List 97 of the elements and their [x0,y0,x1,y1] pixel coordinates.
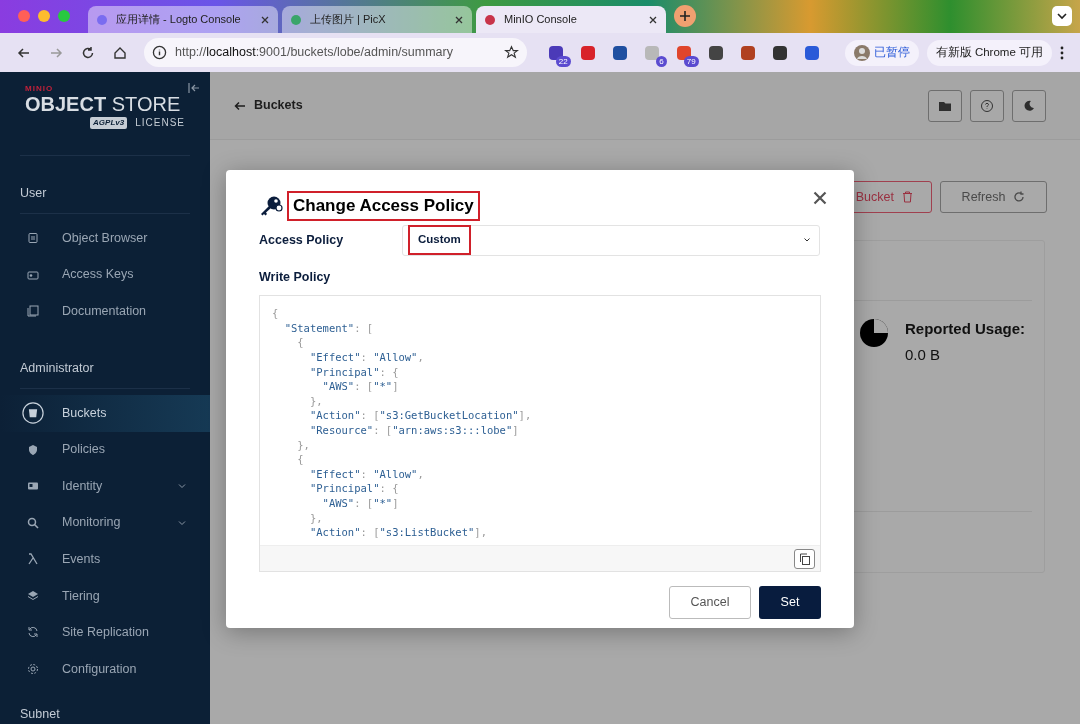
lambda-icon [27,553,39,566]
favicon-icon [96,13,108,26]
section-title: Subnet [19,706,61,724]
section-title: User [19,185,48,203]
update-button[interactable]: 有新版 Chrome 可用 [926,39,1052,66]
dialog-title: Change Access Policy [287,191,480,221]
product-name: OBJECT STORE [25,93,182,115]
refresh-button[interactable]: Refresh [940,181,1047,213]
code-line: "Resource": ["arn:aws:s3:::lobe"] [308,423,519,438]
code-line: }, [308,510,323,526]
cancel-button[interactable]: Cancel [669,586,751,620]
window-control-icon[interactable] [38,10,50,22]
copy-icon [798,552,811,565]
code-line: { [272,306,279,321]
sidebar-item[interactable]: Site Replication [0,614,210,651]
browser-tab[interactable]: 应用详情 - Logto Console [88,6,278,33]
extension-icon[interactable] [546,43,565,62]
favicon-icon [290,13,302,26]
count-badge: 79 [683,55,699,67]
code-line: "Action": ["s3:ListBucket"], [308,525,487,540]
section-title: Administrator [19,360,95,378]
sidebar-item[interactable]: Monitoring [0,504,210,542]
sidebar-item[interactable]: Identity [0,468,210,505]
key-card-icon [27,268,39,281]
folder-button[interactable] [928,89,962,122]
extension-icon[interactable] [610,43,629,62]
code-line: }, [308,393,323,409]
profile-button[interactable]: 已暂停 [844,39,919,66]
address-bar[interactable]: http://localhost:9001/buckets/lobe/admin/summary [144,38,527,67]
code-line: "AWS": ["*"] [321,495,399,511]
avatar-icon [853,44,870,61]
help-icon [979,97,995,114]
reload-icon[interactable] [80,44,96,61]
sidebar-item[interactable]: Access Keys [0,256,210,293]
back-link[interactable]: Buckets [234,96,303,115]
help-button[interactable] [970,89,1004,122]
star-icon[interactable] [503,45,519,60]
code-line: "Action": ["s3:GetBucketLocation"], [308,408,532,423]
sidebar-item[interactable]: Events [0,541,210,578]
sidebar-item[interactable]: Documentation [0,292,210,330]
close-button[interactable] [813,191,827,205]
menu-icon[interactable] [1060,45,1064,60]
browser-tab[interactable]: 上传图片 | PicX [282,6,472,33]
field-label: Access Policy [259,231,345,249]
brand-text: MINIO [25,84,55,93]
pie-chart-icon [859,318,889,348]
extension-icon[interactable] [802,43,821,62]
count-badge: 6 [656,55,667,67]
code-line: { [296,335,304,351]
chevron-down-icon[interactable] [1052,6,1072,26]
usage-label: Reported Usage: [905,319,1026,339]
code-line: { [296,452,304,467]
sidebar-item[interactable]: Configuration [0,650,210,688]
layers-icon [27,589,39,602]
id-card-icon [27,480,39,493]
trash-icon [902,191,913,203]
code-line: "Statement": [ [283,320,374,336]
page-icon [27,232,39,245]
new-tab-icon[interactable] [674,5,696,27]
code-line: "Effect": "Allow", [308,350,424,365]
extension-icon[interactable] [642,43,661,62]
gear-icon [27,662,39,675]
key-icon [259,194,283,217]
code-line: "Principal": { [308,364,399,380]
count-badge: 22 [555,55,571,67]
extension-icon[interactable] [738,43,757,62]
copy-button[interactable] [794,548,815,569]
url-text: http://localhost:9001/buckets/lobe/admin/summary [175,44,454,62]
extension-icon[interactable] [706,43,725,62]
code-line: "Effect": "Allow", [308,466,424,482]
sidebar-item[interactable]: Policies [0,431,210,469]
code-line: }, [296,437,310,453]
shield-icon [27,443,39,456]
chevron-down-icon [803,236,811,244]
info-icon[interactable] [152,45,167,60]
collapse-icon[interactable] [188,82,200,94]
document-icon [27,305,39,318]
field-label: Write Policy [259,268,332,286]
back-arrow-icon [234,100,246,111]
refresh-icon [1013,191,1026,203]
browser-tab[interactable]: MinIO Console [476,6,666,33]
code-line: "Principal": { [308,481,399,496]
sidebar-item[interactable]: Tiering [0,577,210,615]
access-policy-select[interactable]: Custom [402,224,820,256]
sidebar-item[interactable]: Object Browser [0,219,210,257]
sync-icon [27,626,39,639]
usage-value: 0.0 B [905,344,942,365]
extension-icon[interactable] [770,43,789,62]
license-text: LICENSE [135,116,185,130]
magnifier-icon [27,516,39,529]
set-button[interactable]: Set [759,586,821,620]
license-logo: AGPLv3 [90,116,128,129]
code-line: "AWS": ["*"] [321,379,399,394]
window-control-icon[interactable] [58,10,70,22]
bucket-icon [22,401,44,426]
moon-button[interactable] [1012,89,1046,122]
favicon-icon [484,13,496,26]
